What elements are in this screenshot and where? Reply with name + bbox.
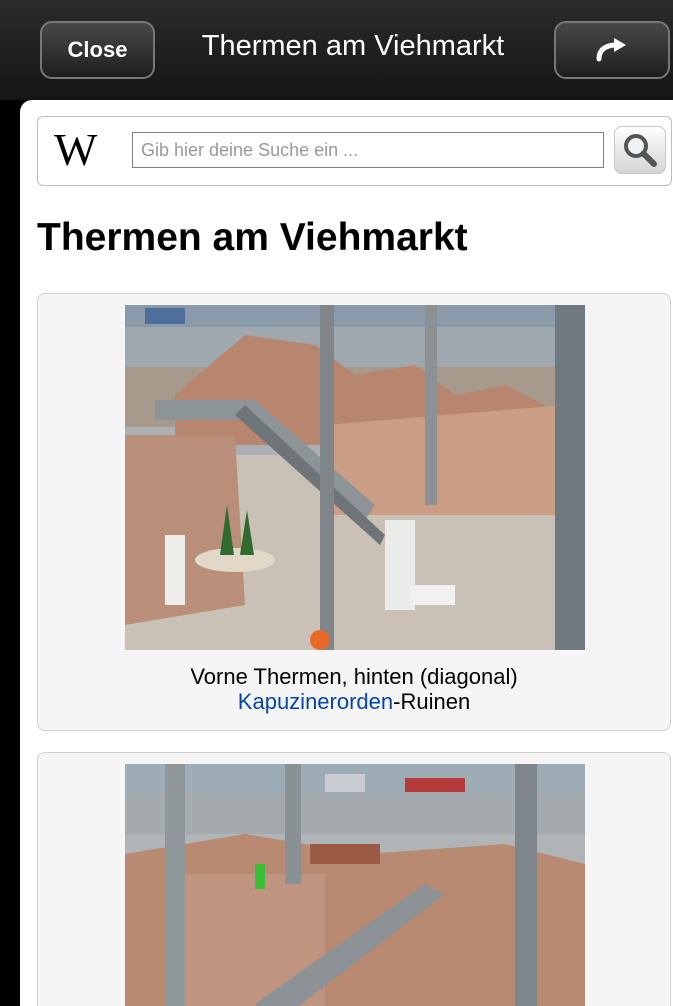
figure-caption: Vorne Thermen, hinten (diagonal) Kapuzin… bbox=[38, 664, 670, 714]
thermae-overview-photo[interactable] bbox=[125, 764, 585, 1006]
curved-arrow-forward-icon bbox=[596, 38, 626, 62]
navigation-bar: Close Thermen am Viehmarkt bbox=[0, 0, 673, 100]
search-bar: W bbox=[37, 116, 672, 186]
caption-suffix: -Ruinen bbox=[393, 689, 471, 714]
wikipedia-logo[interactable]: W bbox=[54, 127, 97, 173]
search-input[interactable] bbox=[132, 132, 604, 168]
magnifier-icon bbox=[624, 134, 657, 167]
nav-bar-title: Thermen am Viehmarkt bbox=[201, 30, 505, 62]
kapuzinerorden-link[interactable]: Kapuzinerorden bbox=[238, 689, 393, 714]
article-title: Thermen am Viehmarkt bbox=[37, 216, 468, 259]
forward-button[interactable] bbox=[554, 21, 670, 79]
search-button[interactable] bbox=[614, 126, 666, 174]
figure-box bbox=[37, 752, 671, 1006]
close-button[interactable]: Close bbox=[40, 21, 155, 79]
wikipedia-page[interactable]: W Thermen am Viehmarkt bbox=[20, 100, 673, 1006]
caption-text: Vorne Thermen, hinten (diagonal) bbox=[190, 664, 518, 689]
figure-box: Vorne Thermen, hinten (diagonal) Kapuzin… bbox=[37, 293, 671, 731]
thermae-ruins-photo[interactable] bbox=[125, 305, 585, 650]
